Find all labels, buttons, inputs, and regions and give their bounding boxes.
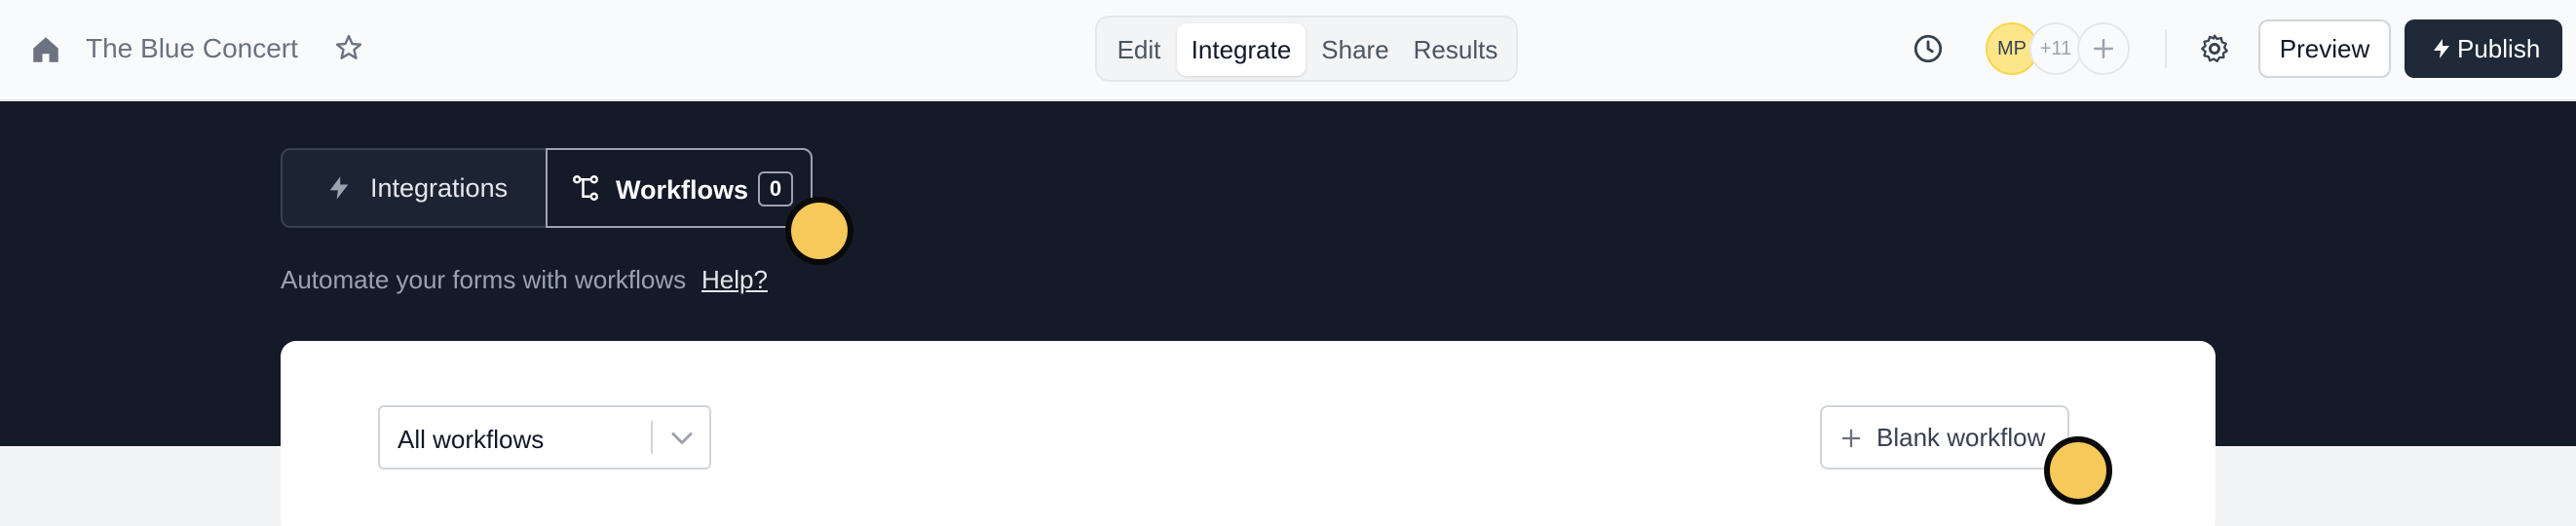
workflows-count-badge: 0 [758,171,793,207]
publish-button[interactable]: Publish [2405,19,2562,78]
top-bar: The Blue Concert Edit Integrate Share Re… [0,0,2576,101]
chevron-down-icon [671,432,693,444]
divider [2165,29,2167,68]
preview-button[interactable]: Preview [2258,19,2391,78]
plus-icon [1841,429,1861,448]
tab-integrate[interactable]: Integrate [1177,23,1306,76]
publish-label: Publish [2457,34,2541,63]
blank-workflow-button[interactable]: Blank workflow [1820,405,2069,470]
plus-icon [2094,39,2113,58]
workflows-panel: All workflows Blank workflow [281,341,2216,526]
select-divider [651,421,653,454]
form-title[interactable]: The Blue Concert [86,31,298,66]
tab-share[interactable]: Share [1313,23,1397,76]
mode-switcher: Edit Integrate Share Results [1095,16,1518,82]
workflow-icon [572,174,599,202]
lightning-icon [2434,39,2449,58]
integrate-tabs: Integrations Workflows 0 [281,148,813,228]
blank-workflow-label: Blank workflow [1876,423,2046,452]
help-link[interactable]: Help? [701,265,768,295]
add-collaborator-button[interactable] [2077,22,2130,75]
cursor-marker [785,197,853,265]
workflow-filter-select[interactable]: All workflows [378,405,711,470]
lightning-icon [329,176,349,200]
tab-workflows-label: Workflows [616,175,749,205]
home-icon[interactable] [29,33,62,66]
tab-workflows[interactable]: Workflows 0 [546,148,813,228]
tab-integrations[interactable]: Integrations [283,150,546,226]
workflows-description: Automate your forms with workflows [281,265,687,294]
tab-integrations-label: Integrations [370,173,509,203]
history-icon[interactable] [1912,32,1945,65]
gear-icon[interactable] [2198,32,2231,65]
workflow-filter-value: All workflows [398,425,545,454]
more-collaborators-badge[interactable]: +11 [2029,22,2082,75]
star-icon[interactable] [333,32,364,63]
cursor-marker [2044,436,2112,505]
tab-edit[interactable]: Edit [1107,23,1171,76]
tab-results[interactable]: Results [1405,23,1506,76]
